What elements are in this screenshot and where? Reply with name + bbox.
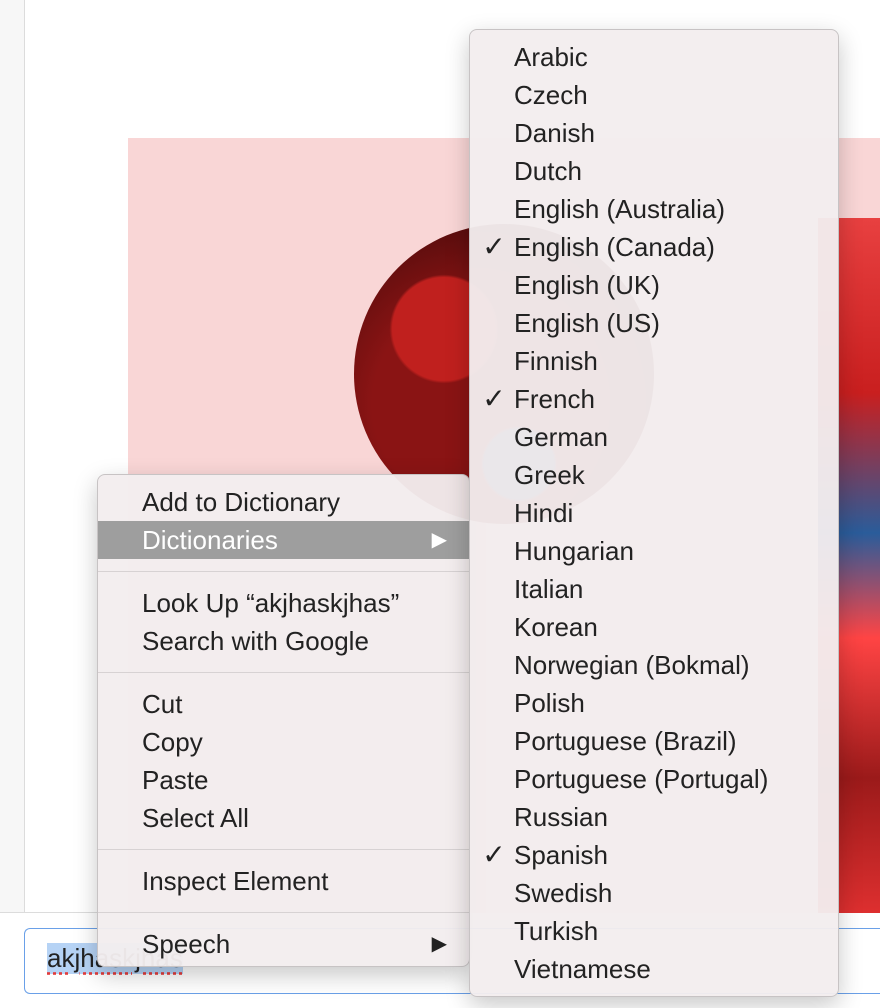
menu-separator	[98, 571, 469, 572]
dictionary-item[interactable]: English (US)	[470, 304, 838, 342]
dictionary-item[interactable]: English (UK)	[470, 266, 838, 304]
left-gutter	[0, 0, 25, 912]
dictionary-item[interactable]: Czech	[470, 76, 838, 114]
dictionary-item[interactable]: Danish	[470, 114, 838, 152]
dictionary-item[interactable]: Swedish	[470, 874, 838, 912]
speech-item[interactable]: Speech ▶	[98, 925, 469, 963]
dictionary-item[interactable]: German	[470, 418, 838, 456]
context-menu: Add to Dictionary Dictionaries ▶ Look Up…	[97, 474, 470, 967]
inspect-element-label: Inspect Element	[142, 866, 329, 896]
dictionary-item[interactable]: Russian	[470, 798, 838, 836]
dictionary-item[interactable]: Portuguese (Portugal)	[470, 760, 838, 798]
select-all-item[interactable]: Select All	[98, 799, 469, 837]
search-with-google-label: Search with Google	[142, 626, 369, 656]
dictionary-item[interactable]: Portuguese (Brazil)	[470, 722, 838, 760]
dictionaries-submenu: Arabic Czech Danish Dutch English (Australia…	[469, 29, 839, 997]
look-up-item[interactable]: Look Up “akjhaskjhas”	[98, 584, 469, 622]
dictionary-label: Norwegian (Bokmal)	[514, 650, 750, 680]
dictionary-item[interactable]: Italian	[470, 570, 838, 608]
dictionary-label: English (UK)	[514, 270, 660, 300]
dictionary-label: Turkish	[514, 916, 599, 946]
add-to-dictionary-label: Add to Dictionary	[142, 487, 340, 517]
dictionary-item[interactable]: Turkish	[470, 912, 838, 950]
dictionary-label: Spanish	[514, 840, 608, 870]
dictionary-label: English (Australia)	[514, 194, 725, 224]
cut-label: Cut	[142, 689, 183, 719]
dictionary-label: Greek	[514, 460, 585, 490]
dictionary-label: Hindi	[514, 498, 574, 528]
dictionary-item[interactable]: Korean	[470, 608, 838, 646]
dictionary-label: Danish	[514, 118, 595, 148]
dictionary-label: Finnish	[514, 346, 598, 376]
dictionary-label: Russian	[514, 802, 608, 832]
dictionary-label: Portuguese (Portugal)	[514, 764, 769, 794]
menu-separator	[98, 849, 469, 850]
speech-label: Speech	[142, 929, 231, 959]
dictionary-item[interactable]: ✓ Spanish	[470, 836, 838, 874]
copy-label: Copy	[142, 727, 203, 757]
checkmark-icon: ✓	[482, 231, 506, 262]
dictionary-item[interactable]: Hindi	[470, 494, 838, 532]
cut-item[interactable]: Cut	[98, 685, 469, 723]
dictionary-label: English (US)	[514, 308, 660, 338]
dictionary-item[interactable]: ✓ French	[470, 380, 838, 418]
checkmark-icon: ✓	[482, 839, 506, 870]
dictionary-item[interactable]: Arabic	[470, 38, 838, 76]
copy-item[interactable]: Copy	[98, 723, 469, 761]
look-up-label: Look Up “akjhaskjhas”	[142, 588, 400, 618]
dictionary-item[interactable]: Hungarian	[470, 532, 838, 570]
dictionary-label: Italian	[514, 574, 584, 604]
dictionary-item[interactable]: Norwegian (Bokmal)	[470, 646, 838, 684]
dictionary-item[interactable]: English (Australia)	[470, 190, 838, 228]
dictionary-label: English (Canada)	[514, 232, 715, 262]
menu-separator	[98, 912, 469, 913]
dictionary-label: Vietnamese	[514, 954, 651, 984]
dictionary-item[interactable]: ✓ English (Canada)	[470, 228, 838, 266]
dictionary-label: Hungarian	[514, 536, 634, 566]
dictionary-item[interactable]: Finnish	[470, 342, 838, 380]
select-all-label: Select All	[142, 803, 249, 833]
checkmark-icon: ✓	[482, 383, 506, 414]
paste-label: Paste	[142, 765, 209, 795]
dictionary-label: Korean	[514, 612, 598, 642]
dictionaries-item[interactable]: Dictionaries ▶	[98, 521, 469, 559]
submenu-arrow-icon: ▶	[431, 529, 447, 551]
submenu-arrow-icon: ▶	[431, 933, 447, 955]
add-to-dictionary-item[interactable]: Add to Dictionary	[98, 483, 469, 521]
dictionary-item[interactable]: Dutch	[470, 152, 838, 190]
dictionary-label: Czech	[514, 80, 588, 110]
inspect-element-item[interactable]: Inspect Element	[98, 862, 469, 900]
dictionary-label: Polish	[514, 688, 585, 718]
menu-separator	[98, 672, 469, 673]
dictionary-label: French	[514, 384, 595, 414]
dictionary-label: Portuguese (Brazil)	[514, 726, 737, 756]
dictionary-item[interactable]: Vietnamese	[470, 950, 838, 988]
dictionary-label: Arabic	[514, 42, 588, 72]
dictionary-label: Dutch	[514, 156, 582, 186]
paste-item[interactable]: Paste	[98, 761, 469, 799]
search-with-google-item[interactable]: Search with Google	[98, 622, 469, 660]
dictionary-label: German	[514, 422, 608, 452]
dictionary-label: Swedish	[514, 878, 613, 908]
dictionaries-label: Dictionaries	[142, 525, 278, 555]
dictionary-item[interactable]: Polish	[470, 684, 838, 722]
dictionary-item[interactable]: Greek	[470, 456, 838, 494]
